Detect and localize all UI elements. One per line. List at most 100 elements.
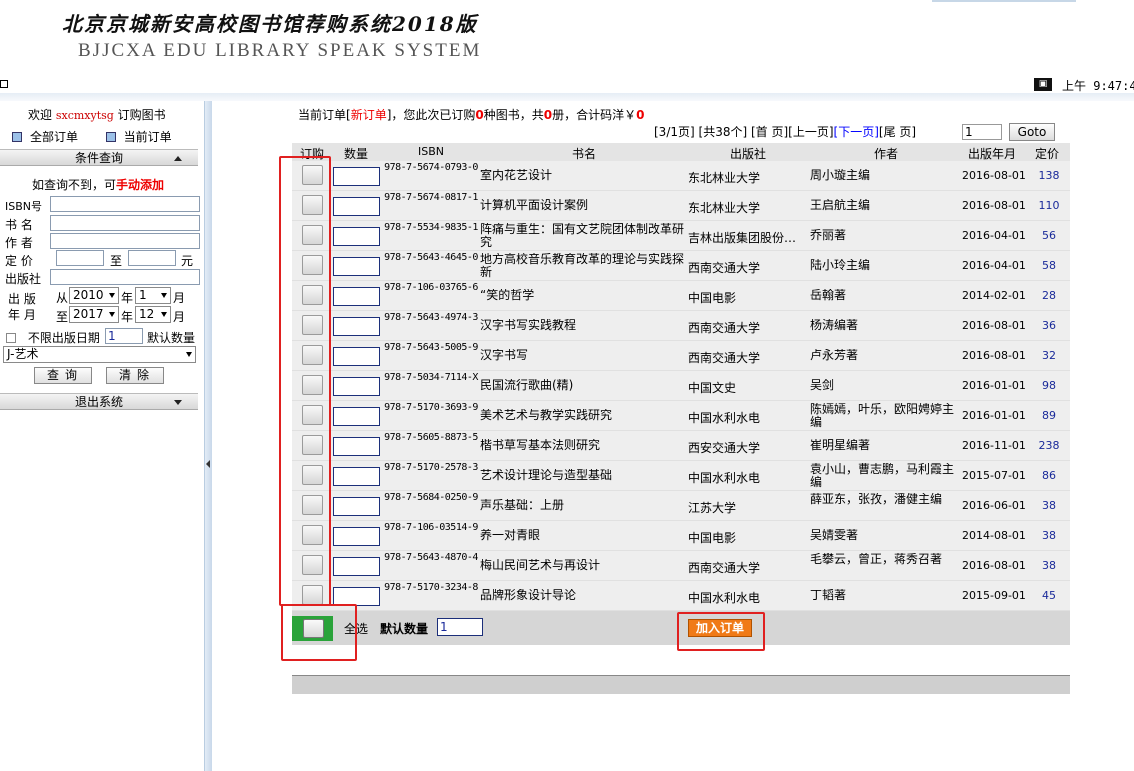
qty-input[interactable] [333,437,380,456]
isbn-cell: 978-7-5034-7114-X [384,372,478,383]
qty-input[interactable] [333,347,380,366]
qty-input[interactable] [333,197,380,216]
publisher-cell: 中国水利水电 [688,591,761,605]
header-title: 北京京城新安高校图书馆荐购系统2018版 [62,12,478,36]
to-month-select[interactable]: 12 [135,306,171,323]
sidebar-default-qty-input[interactable]: 1 [105,328,143,344]
isbn-cell: 978-7-5643-4870-4 [384,552,478,563]
manual-add-text: 如查询不到，可手动添加 [32,178,165,192]
collapse-left-icon[interactable] [206,460,210,468]
qty-input[interactable] [333,407,380,426]
author-cell: 丁韬著 [810,589,847,602]
condition-query-header[interactable]: 条件查询 [0,149,198,166]
qty-input[interactable] [333,167,380,186]
title-cell: 民国流行歌曲(精) [480,379,574,392]
highlight-select-all [281,604,357,661]
sidebar-splitter[interactable] [204,101,212,771]
date-cell: 2015-07-01 [962,469,1026,482]
logout-header[interactable]: 退出系统 [0,393,198,410]
isbn-cell: 978-7-106-03514-9 [384,522,478,533]
qty-input[interactable] [333,467,380,486]
table-row: 978-7-5534-9835-1 阵痛与重生：国有文艺院团体制改革研究 吉林出版集… [292,221,1070,251]
table-row: 978-7-5170-3693-9 美术艺术与教学实践研究 中国水利水电 陈嫣嫣，叶乐… [292,401,1070,431]
price-label: 定 价 [5,254,33,268]
default-qty-label: 默认数量 [380,622,429,636]
query-button[interactable]: 查询 [34,367,92,384]
title-cell: 楷书草写基本法则研究 [480,439,601,452]
price-cell: 36 [1042,319,1056,332]
publisher-cell: 中国电影 [688,531,737,545]
table-row: 978-7-5034-7114-X 民国流行歌曲(精) 中国文史 吴剑 2016-01-… [292,371,1070,401]
price-min-input[interactable] [56,250,104,266]
default-qty-input[interactable]: 1 [437,618,483,636]
title-input[interactable] [50,215,200,231]
username: sxcmxytsg [55,109,114,122]
author-label: 作 者 [5,236,33,250]
qty-input[interactable] [333,287,380,306]
unlimited-date-row: 不限出版日期 [6,329,100,346]
isbn-cell: 978-7-5643-4645-0 [384,252,478,263]
date-cell: 2015-09-01 [962,589,1026,602]
table-header: 订购 数量 ISBN 书名 出版社 作者 出版年月 定价 [292,143,1070,161]
isbn-cell: 978-7-5684-0250-9 [384,492,478,503]
qty-input[interactable] [333,257,380,276]
price-max-input[interactable] [128,250,176,266]
date-cell: 2016-04-01 [962,229,1026,242]
goto-button[interactable]: Goto [1009,123,1055,141]
to-year-select[interactable]: 2017 [69,306,119,323]
publisher-cell: 西南交通大学 [688,261,761,275]
from-label: 从 [56,291,69,305]
clear-button[interactable]: 清除 [106,367,164,384]
price-cell: 38 [1042,559,1056,572]
table-row: 978-7-106-03514-9 养一对青眼 中国电影 吴婧雯著 2014-08-01… [292,521,1070,551]
unlimited-date-checkbox[interactable] [6,333,16,343]
current-orders-icon [105,132,116,142]
qty-input[interactable] [333,317,380,336]
expand-down-icon [174,400,182,405]
table-row: 978-7-5674-0793-0 室内花艺设计 东北林业大学 周小璇主编 2016-0… [292,161,1070,191]
page: 北京京城新安高校图书馆荐购系统2018版 BJJCXA EDU LIBRARY … [0,0,1134,771]
table-row: 978-7-5170-3234-8 品牌形象设计导论 中国水利水电 丁韬著 2015-0… [292,581,1070,611]
qty-input[interactable] [333,527,380,546]
page-indicator: [3/1页] [654,125,695,139]
publisher-cell: 西南交通大学 [688,561,761,575]
from-year-select[interactable]: 2010 [69,287,119,304]
category-select[interactable]: J-艺术 [3,346,196,363]
last-page-link[interactable]: [尾 页] [879,125,916,139]
date-cell: 2014-08-01 [962,529,1026,542]
publisher-cell: 中国电影 [688,291,737,305]
dropdown-arrow-icon [161,312,167,317]
publisher-cell: 吉林出版集团股份… [688,231,797,245]
sidebar-default-qty-label: 默认数量 [147,331,196,345]
welcome-text: 欢迎 sxcmxytsg 订购图书 [28,108,166,122]
author-cell: 杨涛编著 [810,319,859,332]
qty-input[interactable] [333,377,380,396]
isbn-cell: 978-7-5674-0793-0 [384,162,478,173]
prev-page-link[interactable]: [上一页] [788,125,833,139]
next-page-link[interactable]: [下一页] [834,125,879,139]
header-band [0,93,1134,101]
author-input[interactable] [50,233,200,249]
all-orders-link[interactable]: 全部订单 [12,130,78,144]
manual-add-link[interactable]: 手动添加 [116,178,164,192]
date-cell: 2016-08-01 [962,169,1026,182]
qty-input[interactable] [333,227,380,246]
col-publisher: 出版社 [730,147,767,161]
title-cell: 室内花艺设计 [480,169,553,182]
page-number-input[interactable]: 1 [962,124,1002,140]
publisher-cell: 中国水利水电 [688,411,761,425]
publisher-input[interactable] [50,269,200,285]
title-cell: 汉字书写实践教程 [480,319,577,332]
author-cell: 陈嫣嫣，叶乐，欧阳娉婷主编 [810,403,955,429]
isbn-input[interactable] [50,196,200,212]
from-month-select[interactable]: 1 [135,287,171,304]
current-orders-link[interactable]: 当前订单 [105,130,172,144]
new-order-link[interactable]: 新订单 [351,108,387,122]
date-cell: 2016-01-01 [962,409,1026,422]
qty-input[interactable] [333,557,380,576]
table-row: 978-7-5605-8873-5 楷书草写基本法则研究 西安交通大学 崔明星编著 20… [292,431,1070,461]
qty-input[interactable] [333,497,380,516]
title-cell: “笑的哲学 [480,289,535,302]
date-cell: 2016-08-01 [962,349,1026,362]
first-page-link[interactable]: [首 页] [751,125,788,139]
